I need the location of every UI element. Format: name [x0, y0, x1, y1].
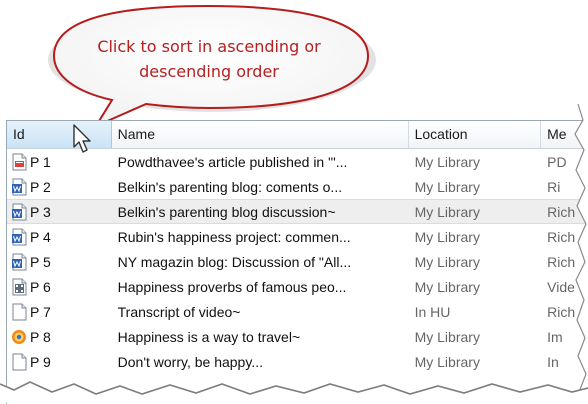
torn-edge-decoration: [0, 100, 588, 403]
